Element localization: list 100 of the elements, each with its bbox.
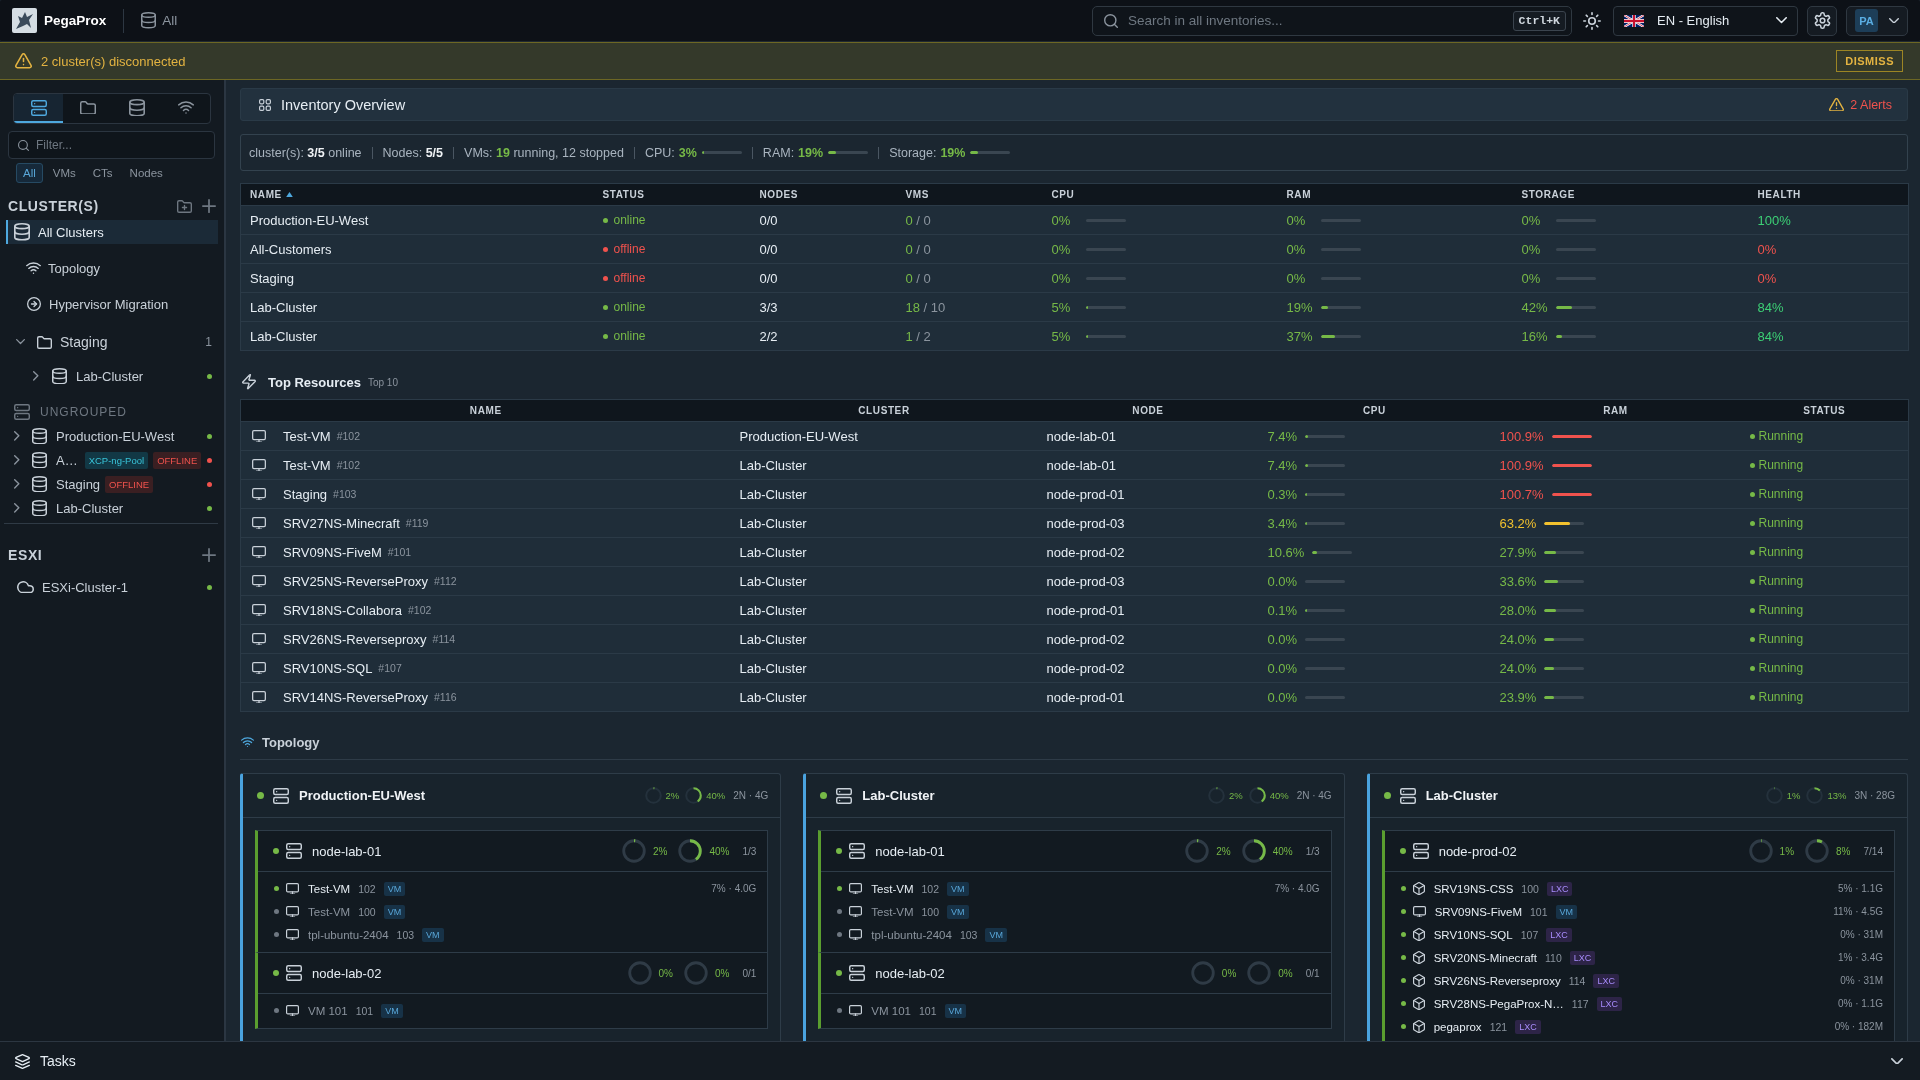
table-cell: All-Customers <box>240 234 594 264</box>
filter-field[interactable]: Filter... <box>8 131 215 159</box>
node-name: node-prod-02 <box>1438 843 1517 859</box>
resource-id: #112 <box>434 575 457 587</box>
chevron-right-icon[interactable] <box>14 479 20 489</box>
alerts-link[interactable]: 2 Alerts <box>1829 97 1892 112</box>
usage-value: 16% <box>1521 328 1548 344</box>
chevron-right-icon[interactable] <box>14 455 20 465</box>
tree-item[interactable]: ESXi-Cluster-1 <box>6 575 218 599</box>
column-header[interactable]: HEALTH <box>1748 183 1909 206</box>
wifi-icon <box>177 100 194 115</box>
warning-icon <box>1829 97 1845 112</box>
usage-value: 42% <box>1521 299 1548 315</box>
table-cell: 18 / 10 <box>896 292 1043 322</box>
folder-plus-icon[interactable] <box>177 199 192 213</box>
folder-icon <box>37 335 52 349</box>
table-cell: node-lab-01 <box>1037 450 1259 480</box>
column-header[interactable]: RAM <box>1490 399 1741 422</box>
usage-gauge <box>1247 961 1272 985</box>
table-cell: 0/0 <box>750 263 897 293</box>
tree-item[interactable]: Production-EU-West <box>6 424 218 448</box>
plus-icon[interactable] <box>202 199 216 213</box>
usage-value: 0% <box>1521 241 1541 257</box>
chevron-right-icon[interactable] <box>33 371 39 381</box>
resource-name: Test-VM <box>283 428 331 444</box>
table-cell: 3/3 <box>750 292 897 322</box>
column-header[interactable]: NAME <box>240 183 594 206</box>
brand-name: PegaProx <box>44 13 107 28</box>
chevron-down-icon[interactable] <box>1891 1057 1903 1065</box>
view-tab[interactable] <box>14 94 63 123</box>
section-title: CLUSTER(S) <box>8 198 99 214</box>
server-icon <box>1399 787 1416 804</box>
status-text: Running <box>1758 487 1804 501</box>
column-header[interactable]: CPU <box>1042 183 1278 206</box>
type-tag: VM <box>944 1003 966 1018</box>
usage-value: 0.1% <box>1267 602 1298 618</box>
tasks-button[interactable]: Tasks <box>15 1046 76 1076</box>
filter-chip[interactable]: Nodes <box>122 163 170 183</box>
summary-label: RAM: <box>762 145 795 160</box>
monitor-icon <box>849 928 863 941</box>
chevron-down-icon[interactable] <box>15 339 25 345</box>
chevron-right-icon[interactable] <box>14 431 20 441</box>
column-header[interactable]: VMS <box>896 183 1043 206</box>
status-text: Running <box>1758 429 1804 443</box>
resource-id: #116 <box>434 691 457 703</box>
panel-title: Inventory Overview <box>281 96 406 113</box>
gauge-value: 0% <box>658 967 673 979</box>
filter-chip[interactable]: All <box>16 163 43 183</box>
column-header[interactable]: NAME <box>240 399 731 422</box>
column-header[interactable]: STORAGE <box>1512 183 1749 206</box>
guest-id: 117 <box>1571 997 1589 1010</box>
table-cell: Production-EU-West <box>240 205 594 235</box>
user-menu[interactable]: PA <box>1846 5 1908 36</box>
usage-gauge <box>1190 961 1215 985</box>
column-header[interactable]: NODES <box>750 183 897 206</box>
filter-chip[interactable]: CTs <box>85 163 120 183</box>
filter-chip[interactable]: VMs <box>45 163 83 183</box>
tree-item[interactable]: Lab-Cluster <box>6 496 218 520</box>
scope-selector[interactable]: All <box>141 7 178 34</box>
table-cell: 0% <box>1748 234 1909 264</box>
nav-item[interactable]: Hypervisor Migration <box>6 292 218 316</box>
tree-item[interactable]: Staging OFFLINE <box>6 472 218 496</box>
summary-text: VMs: 19 running, 12 stopped <box>464 145 624 160</box>
nav-item[interactable]: Topology <box>6 256 218 280</box>
guest-usage: 7% · 4.0G <box>711 883 757 894</box>
table-cell: node-prod-02 <box>1037 624 1259 654</box>
search-icon <box>1104 13 1118 28</box>
nav-item[interactable]: All Clusters <box>6 220 218 244</box>
warning-icon <box>15 53 32 69</box>
column-header[interactable]: STATUS <box>593 183 751 206</box>
plus-icon[interactable] <box>202 548 216 562</box>
usage-bar <box>1320 334 1361 338</box>
gauge-value: 2% <box>1216 845 1231 857</box>
search-icon <box>18 139 29 151</box>
settings-button[interactable] <box>1807 5 1837 36</box>
guest-usage: 5% · 1.1G <box>1837 883 1883 894</box>
chevron-right-icon[interactable] <box>14 503 20 513</box>
dismiss-button[interactable]: DISMISS <box>1836 50 1903 72</box>
logo-icon <box>12 8 37 33</box>
column-header[interactable]: RAM <box>1277 183 1513 206</box>
tree-item[interactable]: A… XCP-ng-Pool OFFLINE <box>6 448 218 472</box>
type-tag: VM <box>383 904 406 919</box>
language-select[interactable]: EN - English <box>1613 5 1798 36</box>
server-icon <box>286 843 302 859</box>
usage-bar <box>828 151 869 154</box>
status-text: offline <box>613 271 646 285</box>
monitor-icon <box>252 574 266 588</box>
tree-item[interactable]: Lab-Cluster <box>6 364 218 388</box>
column-header[interactable]: CLUSTER <box>730 399 1038 422</box>
tree-item[interactable]: Staging 1 <box>6 330 218 354</box>
status-text: online <box>613 329 646 343</box>
column-header[interactable]: NODE <box>1037 399 1259 422</box>
guest-id: 121 <box>1489 1020 1508 1033</box>
gauge-value: 8% <box>1836 845 1851 857</box>
sun-icon[interactable] <box>1583 11 1601 30</box>
status-text: online <box>613 300 646 314</box>
column-header[interactable]: CPU <box>1258 399 1491 422</box>
column-header[interactable]: STATUS <box>1740 399 1909 422</box>
node-name: node-lab-02 <box>875 965 945 981</box>
guest-name: SRV19NS-CSS <box>1433 882 1514 895</box>
